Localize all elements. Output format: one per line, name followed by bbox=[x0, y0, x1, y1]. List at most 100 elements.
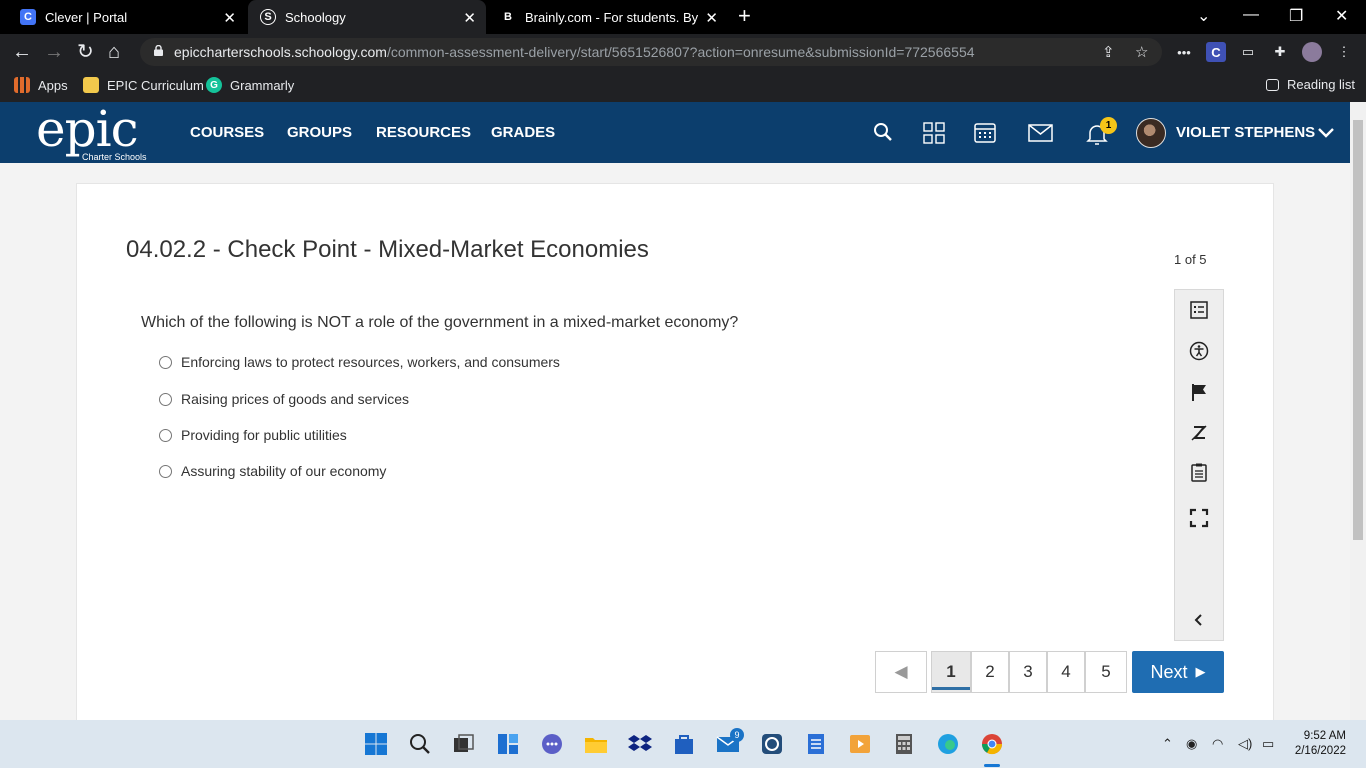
chrome-icon[interactable] bbox=[980, 732, 1004, 756]
page-scrollbar[interactable] bbox=[1350, 102, 1366, 720]
collapse-panel-chevron-icon[interactable] bbox=[1189, 610, 1209, 630]
assessment-card: 04.02.2 - Check Point - Mixed-Market Eco… bbox=[76, 183, 1274, 723]
folder-icon bbox=[83, 77, 99, 93]
search-icon[interactable] bbox=[408, 732, 432, 756]
answer-eliminator-icon[interactable] bbox=[1189, 423, 1209, 443]
page-button-5[interactable]: 5 bbox=[1085, 651, 1127, 693]
tab-search-chevron-icon[interactable]: ⌄ bbox=[1197, 6, 1210, 26]
messages-icon[interactable] bbox=[1028, 124, 1053, 142]
new-tab-icon[interactable]: + bbox=[738, 5, 751, 27]
radio-button[interactable] bbox=[159, 428, 172, 442]
previous-button[interactable]: ◀ bbox=[875, 651, 927, 693]
bookmark-epic-curriculum[interactable]: EPIC Curriculum bbox=[83, 77, 204, 93]
nav-resources[interactable]: RESOURCES bbox=[376, 124, 471, 141]
nav-groups[interactable]: GROUPS bbox=[287, 124, 352, 141]
search-icon[interactable] bbox=[873, 122, 893, 142]
bookmark-grammarly[interactable]: G Grammarly bbox=[206, 77, 294, 93]
apps-grid-icon bbox=[14, 77, 30, 93]
system-clock[interactable]: 9:52 AM 2/16/2022 bbox=[1290, 729, 1346, 759]
close-window-icon[interactable]: ✕ bbox=[1335, 6, 1348, 26]
show-hidden-icons-chevron-icon[interactable]: ⌃ bbox=[1162, 736, 1173, 752]
task-view-icon[interactable] bbox=[452, 732, 476, 756]
clever-extension-icon[interactable]: C bbox=[1206, 42, 1226, 62]
page-button-3[interactable]: 3 bbox=[1009, 651, 1047, 693]
more-extensions-icon[interactable]: ••• bbox=[1174, 42, 1194, 62]
store-icon[interactable] bbox=[672, 732, 696, 756]
file-explorer-icon[interactable] bbox=[584, 732, 608, 756]
tab-clever[interactable]: C Clever | Portal ✕ bbox=[8, 0, 246, 34]
fullscreen-icon[interactable] bbox=[1189, 508, 1209, 528]
profile-avatar[interactable] bbox=[1302, 42, 1322, 62]
page-button-4[interactable]: 4 bbox=[1047, 651, 1085, 693]
answer-choice[interactable]: Providing for public utilities bbox=[159, 427, 347, 443]
home-icon[interactable]: ⌂ bbox=[108, 41, 120, 63]
nav-grades[interactable]: GRADES bbox=[491, 124, 555, 141]
accessibility-icon[interactable] bbox=[1189, 341, 1209, 361]
puzzle-extensions-icon[interactable]: ✚ bbox=[1270, 42, 1290, 62]
page-button-1[interactable]: 1 bbox=[931, 651, 971, 693]
minimize-icon[interactable]: — bbox=[1243, 6, 1259, 24]
address-bar[interactable]: epiccharterschools.schoology.com/common-… bbox=[140, 38, 1162, 66]
close-tab-icon[interactable]: ✕ bbox=[705, 9, 718, 27]
answer-choice[interactable]: Assuring stability of our economy bbox=[159, 463, 386, 479]
windows-start-icon[interactable] bbox=[364, 732, 388, 756]
extension-icon[interactable]: ▭ bbox=[1238, 42, 1258, 62]
reading-list[interactable]: Reading list bbox=[1266, 77, 1355, 92]
app-icon[interactable] bbox=[760, 732, 784, 756]
radio-button[interactable] bbox=[159, 392, 172, 406]
volume-icon[interactable]: ◁) bbox=[1238, 736, 1252, 752]
restore-icon[interactable]: ❐ bbox=[1289, 6, 1303, 26]
media-player-icon[interactable] bbox=[848, 732, 872, 756]
user-name[interactable]: VIOLET STEPHENS bbox=[1176, 124, 1315, 141]
edge-icon[interactable] bbox=[936, 732, 960, 756]
scrollbar-thumb[interactable] bbox=[1353, 120, 1363, 540]
wifi-icon[interactable]: ◠ bbox=[1212, 736, 1223, 752]
choice-label: Providing for public utilities bbox=[181, 427, 347, 443]
choice-label: Enforcing laws to protect resources, wor… bbox=[181, 354, 560, 370]
security-tray-icon[interactable]: ◉ bbox=[1186, 736, 1197, 752]
tab-brainly[interactable]: B Brainly.com - For students. By stu ✕ bbox=[488, 0, 728, 34]
close-tab-icon[interactable]: ✕ bbox=[223, 9, 236, 27]
nav-courses[interactable]: COURSES bbox=[190, 124, 264, 141]
active-app-indicator bbox=[984, 764, 1000, 767]
answer-choice[interactable]: Raising prices of goods and services bbox=[159, 391, 409, 407]
epic-logo[interactable]: epic Charter Schools bbox=[36, 104, 147, 162]
calendar-icon[interactable] bbox=[974, 121, 996, 143]
calculator-icon[interactable] bbox=[892, 732, 916, 756]
bookmark-apps[interactable]: Apps bbox=[14, 77, 68, 93]
flag-icon[interactable] bbox=[1189, 382, 1209, 402]
notes-icon[interactable] bbox=[804, 732, 828, 756]
chat-icon[interactable] bbox=[540, 732, 564, 756]
tab-title: Brainly.com - For students. By stu bbox=[525, 9, 701, 25]
tab-schoology[interactable]: S Schoology ✕ bbox=[248, 0, 486, 34]
answer-choice[interactable]: Enforcing laws to protect resources, wor… bbox=[159, 354, 560, 370]
chevron-down-icon[interactable] bbox=[1318, 128, 1334, 138]
tools-panel bbox=[1174, 289, 1224, 641]
url-host: epiccharterschools.schoology.com bbox=[174, 44, 387, 60]
back-icon[interactable]: ← bbox=[12, 41, 32, 63]
page-button-2[interactable]: 2 bbox=[971, 651, 1009, 693]
reading-list-label: Reading list bbox=[1287, 77, 1355, 92]
reload-icon[interactable]: ↻ bbox=[77, 41, 94, 63]
menu-icon[interactable]: ⋮ bbox=[1334, 42, 1354, 62]
forward-icon[interactable]: → bbox=[44, 41, 64, 63]
bookmarks-bar: Apps EPIC Curriculum G Grammarly Reading… bbox=[0, 70, 1366, 102]
widgets-icon[interactable] bbox=[496, 732, 520, 756]
next-button[interactable]: Next ▶ bbox=[1132, 651, 1224, 693]
tab-title: Schoology bbox=[285, 9, 346, 25]
dropbox-icon[interactable] bbox=[628, 732, 652, 756]
battery-icon[interactable]: ▭ bbox=[1262, 736, 1274, 752]
radio-button[interactable] bbox=[159, 355, 172, 369]
question-counter: 1 of 5 bbox=[1174, 252, 1207, 267]
user-avatar[interactable] bbox=[1136, 118, 1166, 148]
bookmark-star-icon[interactable]: ☆ bbox=[1135, 43, 1148, 61]
browser-tab-bar: C Clever | Portal ✕ S Schoology ✕ B Brai… bbox=[0, 0, 1366, 34]
notepad-icon[interactable] bbox=[1189, 462, 1209, 482]
share-icon[interactable]: ⇪ bbox=[1102, 43, 1115, 61]
clever-favicon-icon: C bbox=[20, 9, 36, 25]
close-tab-icon[interactable]: ✕ bbox=[463, 9, 476, 27]
assessment-title: 04.02.2 - Check Point - Mixed-Market Eco… bbox=[126, 236, 649, 263]
radio-button[interactable] bbox=[159, 464, 172, 478]
apps-grid-icon[interactable] bbox=[923, 122, 945, 144]
question-list-icon[interactable] bbox=[1189, 300, 1209, 320]
